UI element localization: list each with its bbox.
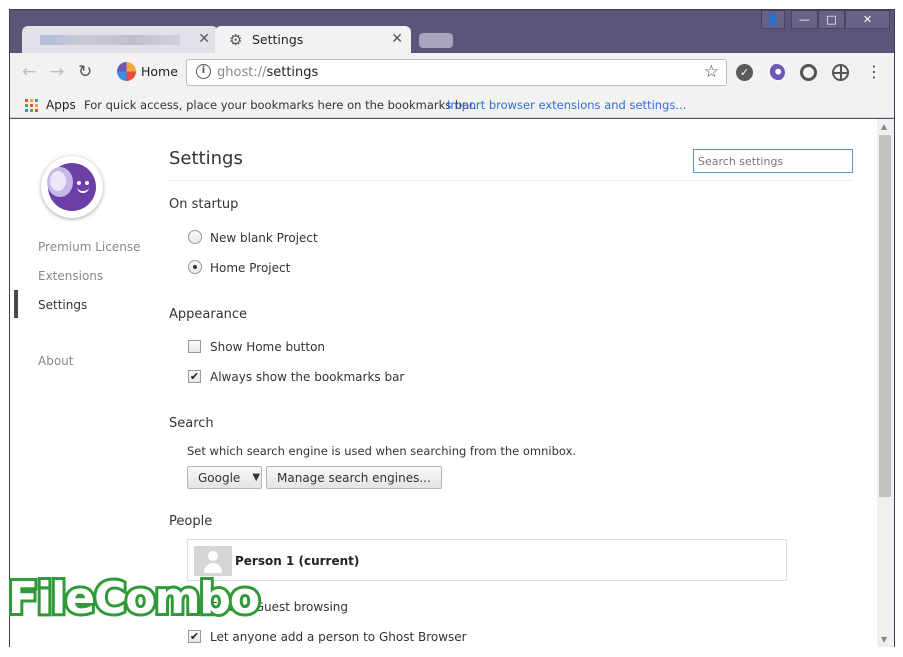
search-settings-field[interactable] [693, 149, 853, 173]
sidebar-item-extensions[interactable]: Extensions [38, 269, 103, 283]
watermark-logo: FileCombo [5, 570, 263, 627]
bookmarks-bar-label[interactable]: Always show the bookmarks bar [210, 370, 404, 384]
person-list[interactable]: Person 1 (current) [187, 539, 787, 581]
radio-new-blank-project[interactable] [188, 230, 202, 244]
home-project-label[interactable]: Home Project [210, 261, 290, 275]
new-tab-button[interactable] [419, 33, 453, 48]
startup-heading: On startup [169, 197, 239, 212]
ghost-logo [41, 156, 103, 218]
search-heading: Search [169, 416, 214, 431]
blurred-tab-title [40, 35, 180, 45]
search-description: Set which search engine is used when sea… [187, 444, 577, 458]
tab-blurred[interactable]: ✕ [22, 26, 218, 53]
url-text[interactable]: ghost://settings [217, 65, 318, 80]
bookmark-star-icon[interactable]: ☆ [704, 62, 719, 82]
forward-arrow-icon[interactable]: → [50, 62, 64, 82]
close-tab-icon[interactable]: ✕ [391, 31, 403, 47]
manage-search-engines-button[interactable]: Manage search engines... [266, 466, 442, 489]
ghost-home-icon[interactable] [117, 62, 136, 81]
toolbar: ← → ↻ Home i ghost://settings ☆ ✓ ⋮ [10, 53, 894, 91]
scroll-up-icon[interactable]: ▲ [881, 122, 887, 131]
url-path: settings [266, 65, 319, 80]
search-engine-select[interactable]: Google ▼ [187, 466, 262, 489]
address-bar[interactable]: i ghost://settings ☆ [186, 59, 727, 86]
settings-page: Premium License Extensions Settings Abou… [10, 119, 894, 647]
info-icon[interactable]: i [196, 64, 211, 79]
browser-window: 👤 — □ ✕ ✕ ⚙ Settings ✕ ← → ↻ Home i ghos… [9, 9, 895, 647]
home-button-label[interactable]: Home [141, 64, 178, 79]
search-input[interactable] [694, 150, 852, 172]
bookmarks-bar-checkbox[interactable]: ✔ [188, 370, 201, 383]
sidebar-item-settings[interactable]: Settings [38, 298, 87, 312]
tab-label: Settings [252, 32, 304, 47]
vertical-scrollbar[interactable]: ▲ ▼ [877, 119, 894, 647]
minimize-button[interactable]: — [791, 10, 818, 29]
active-indicator [14, 290, 18, 318]
import-settings-link[interactable]: Import browser extensions and settings..… [447, 98, 686, 112]
add-person-checkbox[interactable]: ✔ [188, 630, 201, 643]
sidebar-item-premium-license[interactable]: Premium License [38, 240, 140, 254]
radio-home-project[interactable] [188, 260, 202, 274]
back-arrow-icon[interactable]: ← [22, 62, 36, 82]
close-window-button[interactable]: ✕ [845, 10, 890, 29]
reload-icon[interactable]: ↻ [78, 62, 92, 82]
scroll-thumb[interactable] [879, 135, 891, 497]
crosshair-extension-icon[interactable] [832, 64, 849, 81]
add-person-label[interactable]: Let anyone add a person to Ghost Browser [210, 630, 467, 644]
check-extension-icon[interactable]: ✓ [736, 64, 753, 81]
apps-link[interactable]: Apps [46, 98, 76, 112]
user-icon[interactable]: 👤 [761, 10, 785, 29]
gear-icon: ⚙ [229, 31, 243, 49]
search-engine-value: Google [198, 470, 241, 485]
window-controls: 👤 — □ ✕ [761, 10, 890, 29]
ghost-extension-icon[interactable] [768, 64, 785, 81]
url-scheme: ghost:// [217, 65, 267, 80]
q-extension-icon[interactable] [800, 64, 817, 81]
bookmarks-bar: Apps For quick access, place your bookma… [10, 91, 894, 118]
chevron-down-icon: ▼ [252, 472, 261, 483]
title-bar: 👤 — □ ✕ ✕ ⚙ Settings ✕ [10, 10, 894, 53]
bookmarks-hint: For quick access, place your bookmarks h… [84, 98, 477, 112]
close-tab-icon[interactable]: ✕ [198, 31, 210, 47]
show-home-label[interactable]: Show Home button [210, 340, 325, 354]
apps-grid-icon[interactable] [25, 99, 38, 112]
sidebar-item-about[interactable]: About [38, 354, 73, 368]
maximize-button[interactable]: □ [818, 10, 845, 29]
scroll-down-icon[interactable]: ▼ [881, 635, 887, 644]
show-home-checkbox[interactable] [188, 340, 201, 353]
appearance-heading: Appearance [169, 307, 248, 322]
person-name: Person 1 (current) [235, 554, 360, 568]
people-heading: People [169, 514, 213, 529]
header-divider [169, 180, 853, 181]
avatar [194, 546, 232, 576]
page-title: Settings [169, 148, 243, 169]
new-blank-project-label[interactable]: New blank Project [210, 231, 318, 245]
menu-kebab-icon[interactable]: ⋮ [866, 62, 882, 81]
tab-settings[interactable]: ⚙ Settings ✕ [215, 26, 411, 53]
